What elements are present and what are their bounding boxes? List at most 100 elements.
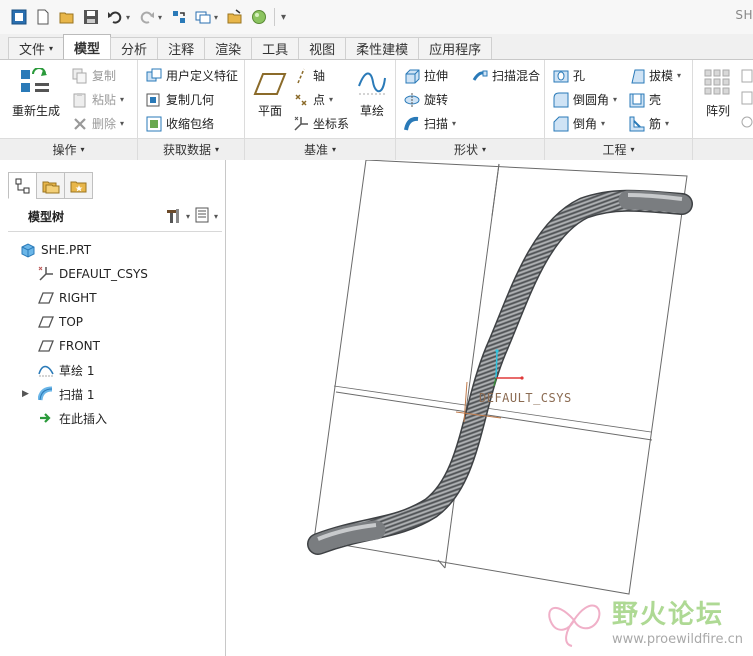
tab-model-tree[interactable]	[8, 172, 37, 199]
tree-item-sketch[interactable]: 草绘 1	[38, 360, 94, 380]
datum-axis-button[interactable]: 轴	[293, 67, 325, 84]
shell-button[interactable]: 壳	[629, 91, 661, 108]
hole-icon	[553, 68, 569, 84]
tree-item-part[interactable]: SHE.PRT	[20, 240, 91, 260]
tree-item-insert-here[interactable]: 在此插入	[38, 408, 107, 428]
group-datum-label[interactable]: 基准 ▾	[245, 138, 395, 160]
group-operations-label[interactable]: 操作 ▾	[0, 138, 137, 160]
datum-point-button[interactable]: 点 ▾	[293, 91, 333, 108]
sweep-button[interactable]: 扫描 ▾	[404, 115, 456, 132]
redo-dropdown-icon[interactable]: ▾	[158, 13, 162, 22]
tree-item-sweep[interactable]: ▶ 扫描 1	[22, 384, 94, 404]
copy-geometry-icon	[146, 92, 162, 108]
hole-button[interactable]: 孔	[553, 67, 585, 84]
group-datum: 平面 轴 点 ▾ 坐标系 草绘 基准 ▾	[245, 60, 396, 160]
regenerate-button[interactable]: 重新生成	[12, 68, 60, 119]
rib-button[interactable]: 筋 ▾	[629, 115, 669, 132]
copy-geometry-button[interactable]: 复制几何	[146, 91, 214, 108]
tab-tools[interactable]: 工具	[251, 37, 300, 59]
swept-blend-button[interactable]: 扫描混合	[472, 67, 540, 84]
shrinkwrap-button[interactable]: 收缩包络	[146, 115, 214, 132]
tab-favorites[interactable]	[64, 172, 93, 199]
copy-button[interactable]: 复制	[72, 67, 116, 84]
tree-item-csys[interactable]: DEFAULT_CSYS	[38, 264, 148, 284]
revolve-button[interactable]: 旋转	[404, 91, 448, 108]
group-shapes-label[interactable]: 形状 ▾	[396, 138, 544, 160]
delete-icon	[72, 116, 88, 132]
chevron-down-icon: ▾	[482, 145, 487, 154]
open-folder-icon[interactable]	[58, 8, 76, 26]
rib-icon	[629, 116, 645, 132]
draft-icon	[629, 68, 645, 84]
close-window-icon[interactable]	[226, 8, 244, 26]
app-window-icon[interactable]	[10, 8, 28, 26]
folder-browser-icon	[42, 181, 59, 193]
tab-analysis[interactable]: 分析	[110, 37, 159, 59]
round-button[interactable]: 倒圆角 ▾	[553, 91, 617, 108]
tab-file[interactable]: 文件 ▾	[8, 37, 65, 59]
udf-icon	[146, 68, 162, 84]
delete-button[interactable]: 删除 ▾	[72, 115, 124, 132]
chevron-down-icon: ▾	[120, 119, 125, 128]
tab-flexible-modeling[interactable]: 柔性建模	[345, 37, 420, 59]
chevron-down-icon: ▾	[120, 95, 125, 104]
tab-model[interactable]: 模型	[63, 34, 112, 59]
chevron-down-icon: ▾	[630, 145, 635, 154]
paste-button[interactable]: 粘贴 ▾	[72, 91, 124, 108]
datum-csys-button[interactable]: 坐标系	[293, 115, 349, 132]
windows-dropdown-icon[interactable]: ▾	[214, 13, 218, 22]
datum-plane-icon	[38, 338, 54, 354]
pattern-extra-icon[interactable]	[741, 68, 753, 131]
chevron-down-icon: ▾	[452, 119, 457, 128]
undo-dropdown-icon[interactable]: ▾	[126, 13, 130, 22]
extrude-button[interactable]: 拉伸	[404, 67, 448, 84]
regenerate-icon	[21, 68, 49, 92]
model-tree-title: 模型树	[28, 210, 65, 224]
regenerate-quick-icon[interactable]	[170, 8, 188, 26]
paste-icon	[72, 92, 88, 108]
tab-applications[interactable]: 应用程序	[418, 37, 493, 59]
graphics-viewport[interactable]: DEFAULT_CSYS 野火论坛 www.proewildfire.cn	[226, 160, 753, 656]
save-icon[interactable]	[82, 8, 100, 26]
tree-item-front-plane[interactable]: FRONT	[38, 336, 100, 356]
shell-icon	[629, 92, 645, 108]
axis-icon	[293, 68, 309, 84]
customize-toolbar-icon[interactable]: ▾	[281, 12, 286, 23]
datum-plane-button[interactable]: 平面	[253, 70, 287, 119]
tab-annotate[interactable]: 注释	[157, 37, 206, 59]
undo-icon[interactable]	[106, 8, 124, 26]
datum-plane-icon	[38, 314, 54, 330]
tree-item-right-plane[interactable]: RIGHT	[38, 288, 97, 308]
sketch-button[interactable]: 草绘	[357, 68, 387, 119]
windows-icon[interactable]	[194, 8, 212, 26]
tab-view[interactable]: 视图	[298, 37, 347, 59]
csys-icon	[293, 116, 309, 132]
new-file-icon[interactable]	[34, 8, 52, 26]
settings-tools-icon[interactable]	[164, 206, 182, 227]
navigator-panel: 模型树 ▾ ▾ SHE.PRT DEFAULT_CSYS RIGHT TOP F…	[0, 160, 226, 656]
csys-label[interactable]: DEFAULT_CSYS	[479, 391, 572, 405]
chevron-down-icon[interactable]: ▾	[186, 212, 190, 221]
group-engineering-label[interactable]: 工程 ▾	[545, 138, 692, 160]
chevron-down-icon: ▾	[80, 145, 85, 154]
pattern-button[interactable]: 阵列	[703, 68, 733, 119]
tab-folder-browser[interactable]	[36, 172, 65, 199]
point-icon	[293, 92, 309, 108]
group-get-data-label[interactable]: 获取数据 ▾	[138, 138, 244, 160]
model-tree-header: 模型树 ▾ ▾	[8, 202, 222, 232]
show-options-icon[interactable]	[194, 207, 210, 226]
ribbon-tabs: 文件 ▾ 模型 分析 注释 渲染 工具 视图 柔性建模 应用程序	[0, 34, 753, 60]
chamfer-button[interactable]: 倒角 ▾	[553, 115, 605, 132]
group-pattern: 阵列	[693, 60, 753, 160]
toolbar-separator	[274, 8, 276, 26]
chevron-down-icon[interactable]: ▾	[214, 212, 218, 221]
draft-button[interactable]: 拔模 ▾	[629, 67, 681, 84]
swept-coil-tube[interactable]	[307, 189, 693, 555]
sweep-icon	[38, 386, 54, 402]
appearance-icon[interactable]	[250, 8, 268, 26]
tab-render[interactable]: 渲染	[204, 37, 253, 59]
expand-arrow-icon[interactable]: ▶	[22, 389, 29, 399]
tree-item-top-plane[interactable]: TOP	[38, 312, 83, 332]
redo-icon[interactable]	[138, 8, 156, 26]
udf-button[interactable]: 用户定义特征	[146, 67, 238, 84]
